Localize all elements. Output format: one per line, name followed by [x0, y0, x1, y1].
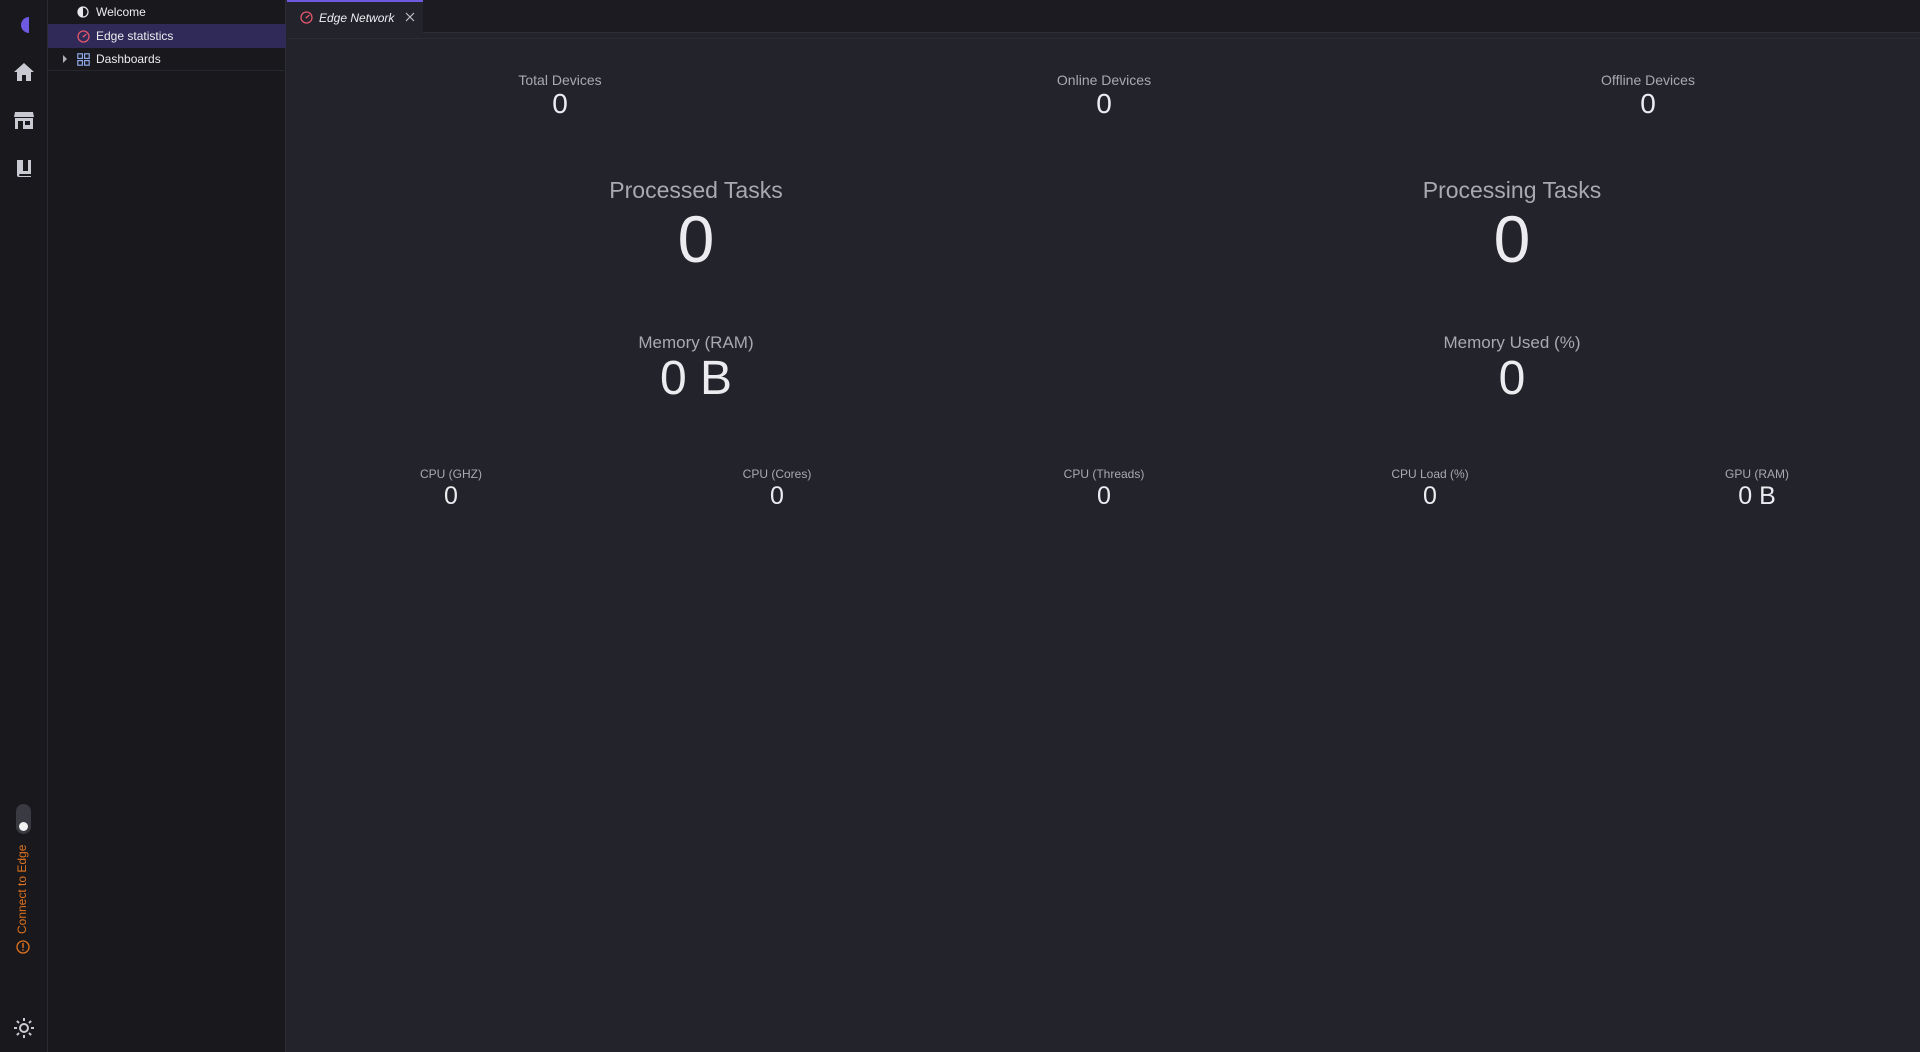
close-icon[interactable]	[403, 10, 417, 24]
stat-label: Total Devices	[518, 72, 602, 88]
stat-label: Processed Tasks	[609, 177, 783, 203]
tab-edge-network[interactable]: Edge Network	[287, 0, 423, 33]
stat-label: CPU (Cores)	[742, 467, 812, 481]
tab-label: Edge Network	[319, 10, 395, 25]
connect-to-edge-label[interactable]: Connect to Edge	[15, 842, 33, 934]
half-moon-icon	[76, 5, 90, 19]
stat-cpu-load: CPU Load (%) 0	[1391, 467, 1468, 510]
home-icon[interactable]	[0, 52, 48, 92]
app-window: Connect to Edge Welcome Edge statistics …	[0, 0, 1920, 1052]
toggle-knob	[19, 822, 28, 831]
stat-online-devices: Online Devices 0	[1057, 71, 1151, 119]
stat-cpu-threads: CPU (Threads) 0	[1064, 467, 1145, 510]
stat-offline-devices: Offline Devices 0	[1601, 71, 1695, 119]
sidebar-item-label: Welcome	[96, 5, 146, 19]
stat-label: Processing Tasks	[1422, 177, 1602, 203]
stat-cpu-ghz: CPU (GHZ) 0	[420, 467, 482, 510]
sidebar-item-dashboards[interactable]: Dashboards	[48, 48, 286, 71]
stat-label: Online Devices	[1056, 72, 1152, 88]
sidebar-item-label: Edge statistics	[96, 29, 174, 43]
stat-cpu-cores: CPU (Cores) 0	[743, 467, 812, 510]
stat-label: CPU (GHZ)	[420, 467, 482, 481]
stat-value: 0	[1640, 88, 1656, 119]
stat-value: 0	[770, 482, 784, 510]
info-icon[interactable]	[16, 940, 30, 954]
stat-value: 0	[1097, 482, 1111, 510]
stat-value: 0	[1498, 352, 1526, 405]
editor-area: Edge Network Total Devices 0 Online Devi…	[287, 0, 1920, 1052]
connection-toggle[interactable]	[16, 804, 31, 834]
activity-bar: Connect to Edge	[0, 0, 48, 1052]
stat-memory-ram: Memory (RAM) 0 B	[638, 332, 753, 404]
stat-value: 0	[552, 88, 568, 119]
stat-processed-tasks: Processed Tasks 0	[609, 176, 782, 274]
stat-value: 0	[1423, 482, 1437, 510]
stat-label: GPU (RAM)	[1725, 467, 1789, 481]
sidebar-item-edge-statistics[interactable]: Edge statistics	[48, 24, 286, 48]
stat-processing-tasks: Processing Tasks 0	[1423, 176, 1602, 274]
stat-value: 0	[1096, 88, 1112, 119]
logo-icon[interactable]	[0, 5, 48, 45]
stat-value: 0 B	[1738, 482, 1776, 510]
speedometer-icon	[76, 29, 90, 43]
stat-memory-used: Memory Used (%) 0	[1444, 332, 1581, 404]
speedometer-icon	[299, 11, 313, 25]
divider	[287, 38, 1920, 39]
stat-value: 0 B	[659, 352, 733, 405]
stat-label: CPU (Threads)	[1063, 467, 1145, 481]
stat-total-devices: Total Devices 0	[518, 71, 601, 119]
chevron-right-icon[interactable]	[58, 55, 72, 63]
stat-label: CPU Load (%)	[1391, 467, 1469, 481]
grid-icon	[76, 52, 90, 66]
stat-value: 0	[1493, 202, 1531, 276]
book-icon[interactable]	[0, 148, 48, 188]
stat-value: 0	[444, 482, 458, 510]
sidebar-item-welcome[interactable]: Welcome	[48, 0, 286, 24]
sidebar-item-label: Dashboards	[96, 52, 161, 66]
stat-label: Memory (RAM)	[638, 333, 754, 352]
gear-icon[interactable]	[0, 1008, 48, 1048]
stat-label: Offline Devices	[1601, 72, 1695, 88]
tab-bar: Edge Network	[287, 0, 1920, 33]
stat-label: Memory Used (%)	[1443, 333, 1581, 352]
stat-gpu-ram: GPU (RAM) 0 B	[1725, 467, 1789, 510]
store-icon[interactable]	[0, 100, 48, 140]
sidebar: Welcome Edge statistics Dashboards	[48, 0, 286, 1052]
stat-value: 0	[677, 202, 715, 276]
